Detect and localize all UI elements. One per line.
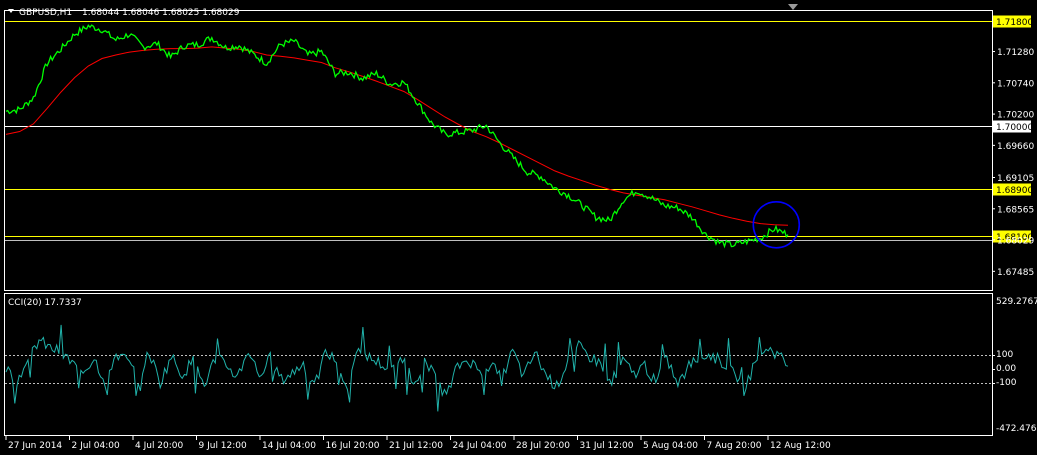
time-tick-label: 21 Jul 12:00 xyxy=(389,441,443,451)
symbol-label: GBPUSD,H1 xyxy=(19,8,72,18)
price-tag-label: 1.70000 xyxy=(996,123,1033,133)
time-tick-label: 4 Jul 20:00 xyxy=(135,441,184,451)
time-tick-label: 12 Aug 12:00 xyxy=(770,441,831,451)
price-tag-label: 1.71800 xyxy=(996,18,1033,28)
cci-tick-label: 100 xyxy=(996,350,1013,360)
price-tick-label: 1.67485 xyxy=(997,268,1034,278)
price-tick-label: 1.68565 xyxy=(997,205,1034,215)
time-tick-label: 9 Jul 12:00 xyxy=(199,441,248,451)
time-tick-label: 28 Jul 20:00 xyxy=(516,441,570,451)
price-tick-label: 1.69105 xyxy=(997,174,1034,184)
price-tick-label: 1.69660 xyxy=(997,142,1034,152)
time-tick-label: 16 Jul 20:00 xyxy=(326,441,380,451)
chart-canvas: GBPUSD,H1 1.68044 1.68046 1.68025 1.6802… xyxy=(0,0,1037,455)
cci-tick-label: 0.00 xyxy=(996,364,1016,374)
time-tick-label: 7 Aug 20:00 xyxy=(707,441,762,451)
cci-tick-label: -100 xyxy=(996,378,1017,388)
price-tick-label: 1.70200 xyxy=(997,111,1034,121)
price-tick-label: 1.70740 xyxy=(997,79,1034,89)
ohlc-label: 1.68044 1.68046 1.68025 1.68029 xyxy=(82,8,240,18)
time-tick-label: 2 Jul 04:00 xyxy=(72,441,121,451)
time-tick-label: 31 Jul 12:00 xyxy=(580,441,634,451)
cci-tick-label: -472.476 xyxy=(996,424,1037,434)
indicator-label: CCI(20) 17.7337 xyxy=(8,298,82,308)
time-tick-label: 5 Aug 04:00 xyxy=(643,441,698,451)
cci-tick-label: 529.2767 xyxy=(996,297,1037,307)
time-tick-label: 24 Jul 04:00 xyxy=(453,441,507,451)
price-tag-label: 1.68900 xyxy=(996,186,1033,196)
price-tick-label: 1.71280 xyxy=(997,48,1034,58)
time-tick-label: 27 Jun 2014 xyxy=(8,441,62,451)
time-tick-label: 14 Jul 04:00 xyxy=(262,441,316,451)
price-tick-label: 1.68029 xyxy=(997,236,1034,246)
